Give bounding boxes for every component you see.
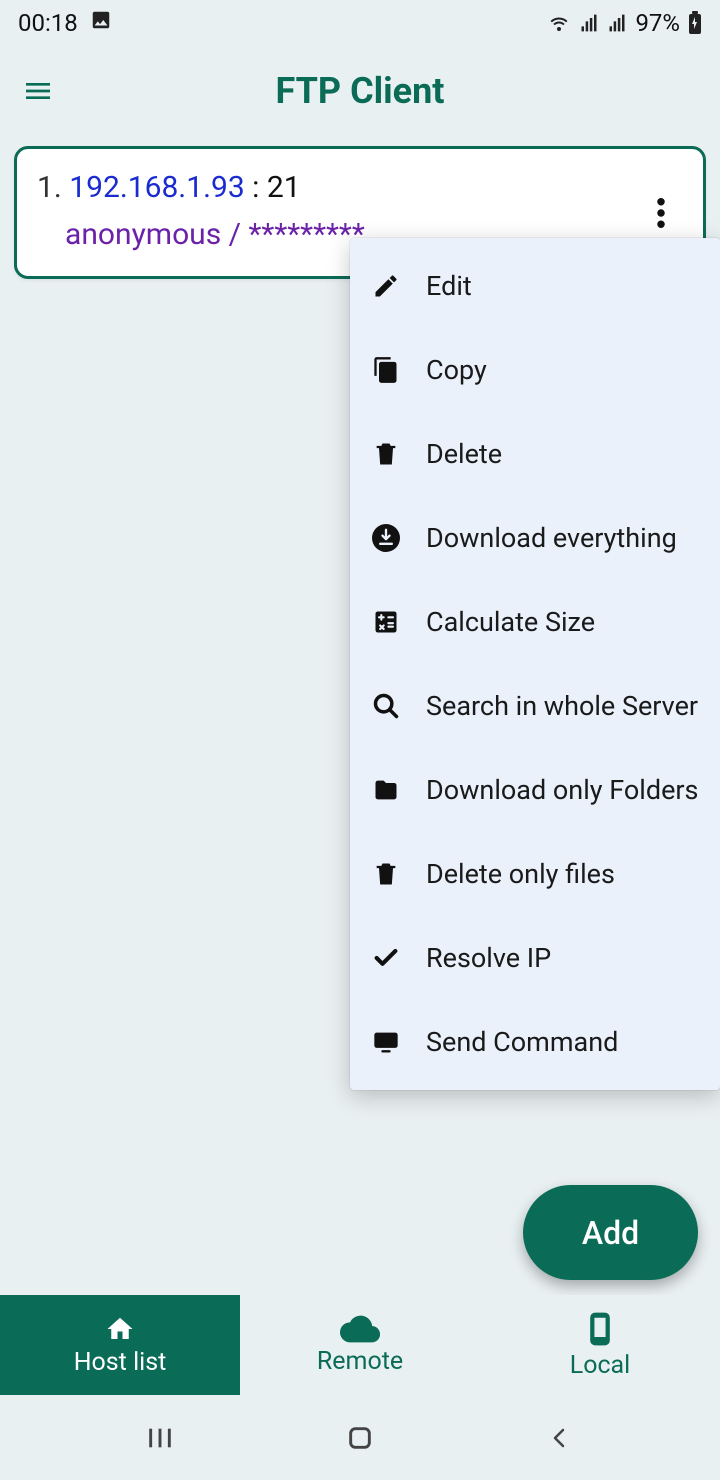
- menu-button[interactable]: [18, 71, 58, 111]
- host-user-sep: /: [229, 217, 249, 252]
- menu-icon: [22, 75, 54, 107]
- app-bar: FTP Client: [0, 46, 720, 136]
- host-port-sep: :: [252, 170, 267, 205]
- host-port: 21: [267, 170, 301, 205]
- delete-icon: [372, 440, 400, 468]
- menu-resolve-ip-label: Resolve IP: [426, 942, 551, 974]
- tab-local[interactable]: Local: [480, 1295, 720, 1395]
- delete-files-icon: [372, 860, 400, 888]
- back-button[interactable]: [530, 1424, 590, 1452]
- wifi-icon: [547, 11, 571, 35]
- tab-local-label: Local: [570, 1351, 631, 1380]
- host-ip: 192.168.1.93: [69, 170, 244, 205]
- menu-edit[interactable]: Edit: [350, 244, 720, 328]
- status-bar: 00:18 97%: [0, 0, 720, 46]
- status-time: 00:18: [18, 9, 78, 37]
- tab-remote[interactable]: Remote: [240, 1295, 480, 1395]
- download-icon: [372, 524, 400, 552]
- host-context-menu: Edit Copy Delete Download everything Cal…: [350, 238, 720, 1090]
- menu-resolve-ip[interactable]: Resolve IP: [350, 916, 720, 1000]
- menu-search-server-label: Search in whole Server: [426, 690, 698, 722]
- recents-button[interactable]: [130, 1424, 190, 1452]
- menu-download-everything-label: Download everything: [426, 522, 677, 554]
- signal-2-icon: [607, 13, 627, 33]
- menu-download-folders[interactable]: Download only Folders: [350, 748, 720, 832]
- search-icon: [372, 692, 400, 720]
- calculator-icon: [372, 608, 400, 636]
- host-index: 1.: [37, 170, 62, 205]
- add-button[interactable]: Add: [523, 1185, 698, 1280]
- menu-send-command[interactable]: Send Command: [350, 1000, 720, 1084]
- menu-download-everything[interactable]: Download everything: [350, 496, 720, 580]
- menu-calculate-size-label: Calculate Size: [426, 606, 595, 638]
- recents-icon: [146, 1424, 174, 1452]
- menu-edit-label: Edit: [426, 270, 472, 302]
- bottom-tabs: Host list Remote Local: [0, 1295, 720, 1395]
- battery-charging-icon: [688, 11, 702, 35]
- image-icon: [90, 9, 112, 37]
- host-more-button[interactable]: [643, 195, 679, 231]
- phone-icon: [587, 1311, 613, 1347]
- cloud-icon: [340, 1315, 380, 1343]
- back-icon: [548, 1424, 572, 1452]
- menu-send-command-label: Send Command: [426, 1026, 618, 1058]
- more-vert-icon: [657, 198, 665, 228]
- menu-copy[interactable]: Copy: [350, 328, 720, 412]
- system-nav-bar: [0, 1395, 720, 1480]
- folder-icon: [372, 776, 400, 804]
- signal-1-icon: [579, 13, 599, 33]
- host-password: *********: [248, 217, 364, 252]
- page-title: FTP Client: [58, 70, 662, 112]
- tab-host-list[interactable]: Host list: [0, 1295, 240, 1395]
- copy-icon: [372, 356, 400, 384]
- menu-calculate-size[interactable]: Calculate Size: [350, 580, 720, 664]
- monitor-icon: [372, 1028, 400, 1056]
- menu-delete-files-label: Delete only files: [426, 858, 615, 890]
- home-nav-icon: [346, 1424, 374, 1452]
- home-icon: [103, 1314, 137, 1344]
- edit-icon: [372, 272, 400, 300]
- battery-pct: 97%: [635, 9, 680, 37]
- tab-remote-label: Remote: [317, 1347, 403, 1376]
- check-icon: [372, 944, 400, 972]
- menu-delete[interactable]: Delete: [350, 412, 720, 496]
- menu-delete-label: Delete: [426, 438, 502, 470]
- add-button-label: Add: [582, 1214, 639, 1252]
- menu-copy-label: Copy: [426, 354, 487, 386]
- menu-download-folders-label: Download only Folders: [426, 774, 698, 806]
- home-button[interactable]: [330, 1424, 390, 1452]
- tab-host-list-label: Host list: [74, 1348, 167, 1377]
- menu-delete-files[interactable]: Delete only files: [350, 832, 720, 916]
- menu-search-server[interactable]: Search in whole Server: [350, 664, 720, 748]
- host-username: anonymous: [65, 217, 221, 252]
